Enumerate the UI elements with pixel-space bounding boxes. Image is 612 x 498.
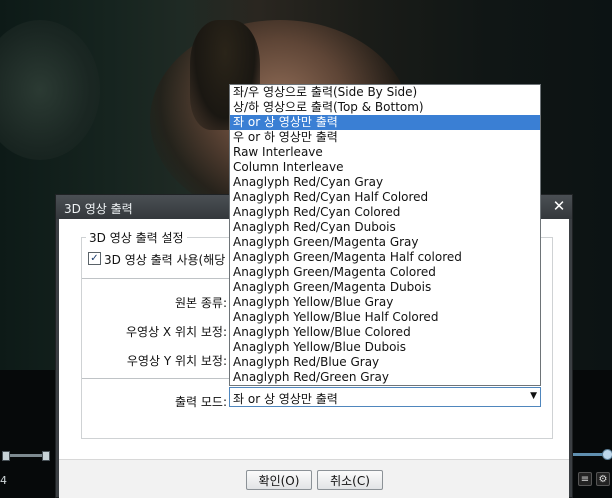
dropdown-option[interactable]: Anaglyph Yellow/Blue Gray bbox=[230, 295, 540, 310]
dropdown-option[interactable]: Anaglyph Yellow/Blue Dubois bbox=[230, 340, 540, 355]
dropdown-option[interactable]: Anaglyph Red/Cyan Colored bbox=[230, 205, 540, 220]
output-mode-dropdown-list[interactable]: 좌/우 영상으로 출력(Side By Side) 상/하 영상으로 출력(Top… bbox=[229, 84, 541, 386]
group-title: 3D 영상 출력 설정 bbox=[86, 229, 187, 246]
ok-button[interactable]: 확인(O) bbox=[246, 470, 312, 490]
dropdown-option[interactable]: Anaglyph Red/Cyan Half Colored bbox=[230, 190, 540, 205]
dropdown-option[interactable]: Anaglyph Green/Magenta Gray bbox=[230, 235, 540, 250]
dropdown-option[interactable]: 좌 or 상 영상만 출력 bbox=[230, 115, 540, 130]
close-icon[interactable]: ✕ bbox=[551, 198, 567, 214]
slider-end-knob[interactable] bbox=[42, 451, 50, 461]
dropdown-option[interactable]: Anaglyph Red/Green Gray bbox=[230, 370, 540, 385]
dropdown-option[interactable]: Anaglyph Green/Magenta Half colored bbox=[230, 250, 540, 265]
right-y-offset-label: 우영상 Y 위치 보정: bbox=[126, 354, 227, 368]
dropdown-option[interactable]: Raw Interleave bbox=[230, 145, 540, 160]
dialog-button-bar: 확인(O) 취소(C) bbox=[59, 459, 569, 498]
seek-bar-knob[interactable] bbox=[602, 449, 612, 460]
dropdown-option[interactable]: Anaglyph Green/Magenta Colored bbox=[230, 265, 540, 280]
cancel-button[interactable]: 취소(C) bbox=[317, 470, 383, 490]
dropdown-option[interactable]: Anaglyph Yellow/Blue Half Colored bbox=[230, 310, 540, 325]
enable-3d-label[interactable]: 3D 영상 출력 사용(해당 bbox=[104, 251, 225, 268]
player-counter: 4 bbox=[0, 474, 7, 487]
player-right-controls: ≡ ⚙ bbox=[572, 448, 612, 498]
gear-icon[interactable]: ⚙ bbox=[596, 472, 610, 486]
player-left-controls: 4 bbox=[0, 448, 55, 498]
dialog-title: 3D 영상 출력 bbox=[64, 202, 133, 216]
output-mode-select[interactable]: 좌 or 상 영상만 출력 ▼ bbox=[229, 387, 541, 407]
dropdown-option[interactable]: 우 or 하 영상만 출력 bbox=[230, 130, 540, 145]
output-mode-label: 출력 모드: bbox=[174, 395, 227, 409]
dropdown-option[interactable]: Anaglyph Red/Blue Gray bbox=[230, 355, 540, 370]
video-background-foliage bbox=[0, 20, 100, 160]
playlist-icon[interactable]: ≡ bbox=[578, 472, 592, 486]
dropdown-option[interactable]: 상/하 영상으로 출력(Top & Bottom) bbox=[230, 100, 540, 115]
enable-3d-checkbox[interactable]: ✓ bbox=[88, 252, 101, 265]
dropdown-option[interactable]: Anaglyph Red/Cyan Gray bbox=[230, 175, 540, 190]
dropdown-option[interactable]: Anaglyph Red/Cyan Dubois bbox=[230, 220, 540, 235]
dropdown-option[interactable]: Anaglyph Green/Magenta Dubois bbox=[230, 280, 540, 295]
slider-start-knob[interactable] bbox=[2, 451, 10, 461]
source-type-label: 원본 종류: bbox=[174, 296, 227, 310]
output-mode-value: 좌 or 상 영상만 출력 bbox=[233, 392, 338, 406]
chevron-down-icon[interactable]: ▼ bbox=[530, 391, 537, 401]
dropdown-option[interactable]: Anaglyph Yellow/Blue Colored bbox=[230, 325, 540, 340]
divider bbox=[82, 378, 234, 379]
divider bbox=[82, 278, 234, 279]
dropdown-option[interactable]: Column Interleave bbox=[230, 160, 540, 175]
right-x-offset-label: 우영상 X 위치 보정: bbox=[126, 325, 227, 339]
dropdown-option[interactable]: 좌/우 영상으로 출력(Side By Side) bbox=[230, 85, 540, 100]
